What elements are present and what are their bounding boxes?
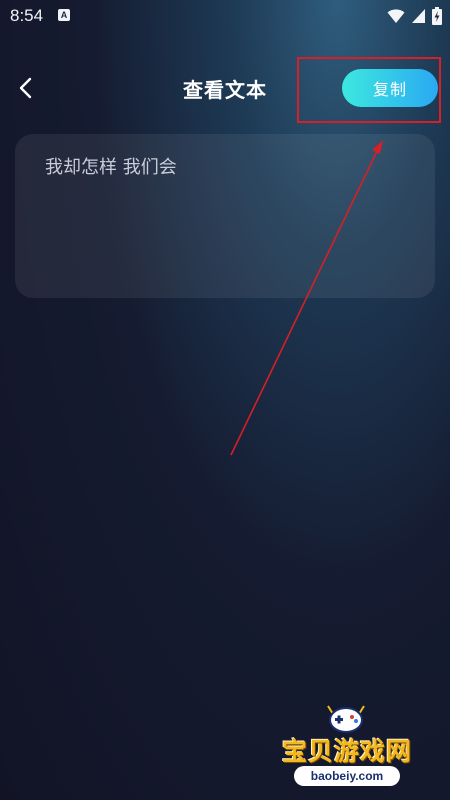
text-card: 我却怎样 我们会 (15, 134, 435, 298)
status-time: 8:54 (10, 6, 44, 25)
watermark-logo: 宝贝游戏网 baobeiy.com (272, 702, 422, 794)
battery-charging-icon (432, 7, 442, 25)
watermark-domain: baobeiy.com (310, 769, 384, 783)
wifi-icon (387, 9, 405, 23)
watermark-domain-pill: baobeiy.com (294, 766, 400, 786)
text-content[interactable]: 我却怎样 我们会 (45, 154, 405, 182)
status-icons (387, 7, 442, 25)
watermark-title: 宝贝游戏网 (281, 737, 412, 766)
notification-app-icon: A (58, 9, 70, 21)
status-bar: 8:54 A (0, 0, 450, 32)
annotation-highlight-box (297, 57, 441, 123)
cellular-signal-icon (412, 9, 425, 23)
